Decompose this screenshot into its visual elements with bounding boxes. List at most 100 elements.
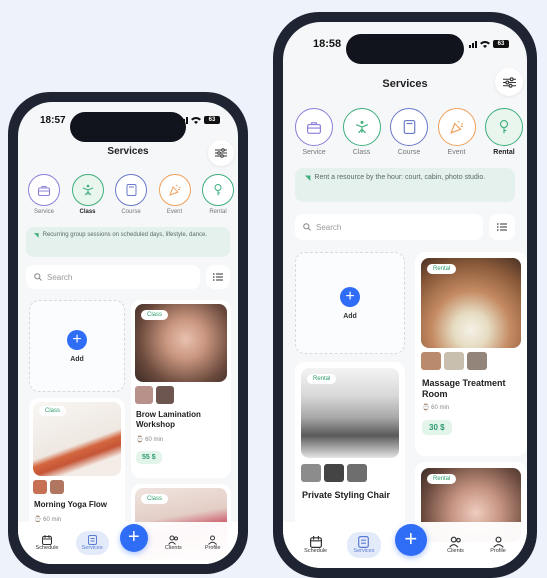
search-icon [303, 223, 311, 231]
plus-icon: + [340, 286, 360, 307]
users-icon [167, 535, 178, 545]
bottom-tab-bar: Schedule Services + Clients Profile [283, 522, 527, 568]
category-label: Event [166, 209, 183, 215]
bottom-tab-bar: Schedule Services + Clients Profile [18, 522, 238, 564]
book-icon [403, 120, 415, 134]
category-course[interactable]: Course [115, 174, 147, 215]
sliders-icon [502, 76, 516, 88]
tab-clients[interactable]: Clients [441, 532, 470, 558]
tab-schedule[interactable]: Schedule [30, 531, 65, 555]
category-selector: Service Class Course Event Rental [295, 108, 523, 156]
service-type-tag: Rental [307, 374, 337, 384]
service-type-tag: Class [141, 494, 169, 504]
calendar-icon [42, 535, 53, 545]
thumbnail [324, 464, 344, 482]
category-label: Course [397, 149, 421, 156]
category-service[interactable]: Service [295, 108, 333, 156]
status-icons: 63 [180, 116, 220, 124]
filter-button[interactable] [208, 140, 234, 166]
tab-services[interactable]: Services [347, 532, 381, 558]
book-icon [126, 184, 136, 196]
category-rental[interactable]: Rental [202, 174, 234, 215]
signal-icon [469, 40, 477, 48]
tab-profile[interactable]: Profile [484, 532, 512, 558]
category-rental[interactable]: Rental [485, 108, 523, 156]
left-phone-frame: 18:57 63 Services Service Class Course E… [8, 92, 248, 574]
status-time: 18:58 [313, 38, 342, 50]
tab-label: Services [353, 548, 375, 554]
left-screen: 18:57 63 Services Service Class Course E… [18, 102, 238, 564]
service-card[interactable]: Rental Private Styling Chair [295, 362, 405, 532]
category-label: Event [447, 149, 466, 156]
briefcase-icon [307, 121, 321, 134]
battery-icon: 63 [204, 116, 220, 124]
thumbnail [135, 386, 153, 404]
category-label: Class [352, 149, 371, 156]
category-class[interactable]: Class [71, 174, 104, 215]
add-service-card[interactable]: + Add [295, 252, 405, 354]
status-icons: 63 [469, 40, 509, 48]
service-type-tag: Class [39, 406, 67, 416]
search-placeholder: Search [316, 222, 342, 232]
service-price: 55 $ [136, 451, 162, 464]
service-title: Massage Treatment Room [422, 378, 506, 399]
add-service-card[interactable]: + Add [29, 300, 125, 392]
list-view-button[interactable] [489, 214, 515, 240]
category-event[interactable]: Event [437, 108, 476, 156]
service-duration: ⌚ 60 min [422, 405, 450, 411]
party-icon [168, 184, 180, 196]
user-icon [208, 535, 217, 545]
photo-thumbnails [33, 480, 64, 494]
add-fab-button[interactable]: + [394, 524, 427, 556]
tab-services[interactable]: Services [75, 531, 109, 555]
add-fab-button[interactable]: + [119, 524, 148, 552]
search-input[interactable]: Search [295, 214, 483, 240]
dynamic-island [70, 112, 186, 142]
key-icon [214, 184, 222, 196]
tag-icon: ◥ [305, 175, 311, 182]
thumbnail [33, 480, 47, 494]
plus-icon: + [404, 526, 418, 551]
page-title: Services [382, 78, 428, 90]
category-course[interactable]: Course [390, 108, 428, 156]
right-screen: 18:58 63 Services Service Class Course E… [283, 22, 527, 568]
category-event[interactable]: Event [158, 174, 191, 215]
service-type-tag: Class [141, 310, 169, 320]
photo-thumbnails [135, 386, 174, 404]
tab-profile[interactable]: Profile [199, 531, 227, 555]
service-card[interactable]: Class Morning Yoga Flow ⌚ 60 min [29, 398, 125, 538]
tab-schedule[interactable]: Schedule [298, 532, 333, 558]
tab-label: Schedule [35, 545, 59, 551]
dynamic-island [346, 34, 464, 64]
category-class[interactable]: Class [342, 108, 381, 156]
plus-icon: + [127, 526, 140, 548]
tab-label: Clients [164, 545, 182, 551]
thumbnail [421, 352, 441, 370]
add-label: Add [343, 312, 357, 320]
tab-clients[interactable]: Clients [159, 531, 188, 555]
thumbnail [444, 352, 464, 370]
tag-icon: ◥ [34, 233, 39, 239]
category-info-banner: ◥ Recurring group sessions on scheduled … [26, 227, 230, 257]
thumbnail [156, 386, 174, 404]
list-view-button[interactable] [206, 265, 230, 289]
tab-label: Profile [204, 545, 221, 551]
thumbnail [467, 352, 487, 370]
service-card[interactable]: Class Brow Lamination Workshop ⌚ 60 min … [131, 300, 231, 478]
search-input[interactable]: Search [26, 265, 200, 289]
info-text: Rent a resource by the hour: court, cabi… [314, 174, 486, 181]
category-label: Rental [493, 149, 515, 156]
category-service[interactable]: Service [28, 174, 60, 215]
service-title: Morning Yoga Flow [34, 500, 108, 509]
document-icon [87, 535, 97, 545]
search-icon [34, 273, 42, 281]
list-icon [497, 223, 507, 231]
status-time: 18:57 [40, 115, 66, 126]
filter-button[interactable] [495, 68, 523, 96]
sliders-icon [215, 148, 227, 158]
signal-icon [180, 116, 188, 124]
service-title: Brow Lamination Workshop [136, 410, 201, 429]
tab-label: Schedule [304, 548, 328, 554]
category-selector: Service Class Course Event Rental [28, 174, 234, 215]
service-card[interactable]: Rental Massage Treatment Room ⌚ 60 min 3… [415, 252, 527, 456]
